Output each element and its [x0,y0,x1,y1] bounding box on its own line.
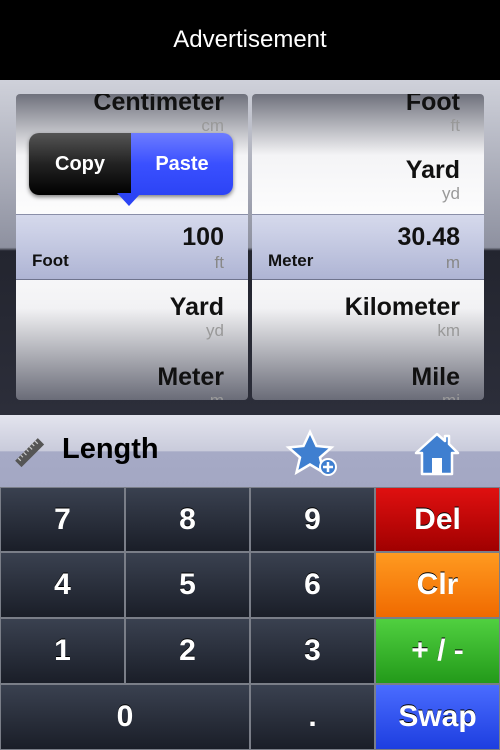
key-1[interactable]: 1 [0,618,125,684]
key-8[interactable]: 8 [125,487,250,552]
from-unit-abbr: ft [214,253,224,272]
wheel-item[interactable]: Foot ft [406,94,460,136]
from-selected-row[interactable]: 100 Foot ft [16,214,248,280]
key-5[interactable]: 5 [125,552,250,618]
to-unit-label: Meter [268,251,314,270]
clear-button[interactable]: Clr [375,552,500,618]
copy-button[interactable]: Copy [29,133,131,195]
popup-arrow [117,193,141,206]
home-icon[interactable] [413,430,461,478]
wheel-item[interactable]: Yard yd [406,156,460,204]
ruler-icon [15,438,45,468]
wheel-item[interactable]: Milemi [411,363,460,400]
unit-name: Meter [157,363,224,391]
delete-button[interactable]: Del [375,487,500,552]
unit-abbr: ft [450,116,460,135]
unit-name: Foot [405,94,460,116]
key-9[interactable]: 9 [250,487,375,552]
to-selected-row[interactable]: 30.48 Meter m [252,214,484,280]
decimal-key[interactable]: . [250,684,375,750]
unit-name: Mile [411,363,460,391]
wheel-item[interactable]: Centimeter cm [93,94,224,136]
advertisement-banner[interactable]: Advertisement [0,0,500,80]
unit-abbr: mi [411,391,460,400]
unit-name: Centimeter [93,94,224,116]
to-unit-abbr: m [445,253,460,272]
key-2[interactable]: 2 [125,618,250,684]
key-7[interactable]: 7 [0,487,125,552]
unit-name: Kilometer [344,293,460,321]
copy-paste-menu: Copy Paste [29,133,233,206]
unit-name: Yard [405,156,460,184]
key-0[interactable]: 0 [0,684,250,750]
wheel-item[interactable]: Kilometer km [345,293,460,341]
keypad: 7 8 9 Del 4 5 6 Clr 1 2 3 + / - 0 . Swap [0,487,500,750]
plus-minus-button[interactable]: + / - [375,618,500,684]
paste-button[interactable]: Paste [131,133,233,195]
toolbar: Length [0,415,500,487]
key-3[interactable]: 3 [250,618,375,684]
wheel-item[interactable]: Yard yd [170,293,224,341]
ad-label: Advertisement [173,26,327,53]
unit-abbr: m [157,391,224,400]
unit-abbr: yd [442,184,460,203]
input-value[interactable]: 100 [182,223,224,252]
star-add-icon[interactable] [284,429,340,479]
unit-abbr: yd [206,321,224,340]
from-unit-label: Foot [32,251,69,270]
unit-name: Yard [169,293,224,321]
category-title[interactable]: Length [62,433,159,466]
wheel-item[interactable]: Meterm [157,363,224,400]
result-value[interactable]: 30.48 [397,223,460,252]
key-6[interactable]: 6 [250,552,375,618]
key-4[interactable]: 4 [0,552,125,618]
unit-abbr: km [437,321,460,340]
swap-button[interactable]: Swap [375,684,500,750]
